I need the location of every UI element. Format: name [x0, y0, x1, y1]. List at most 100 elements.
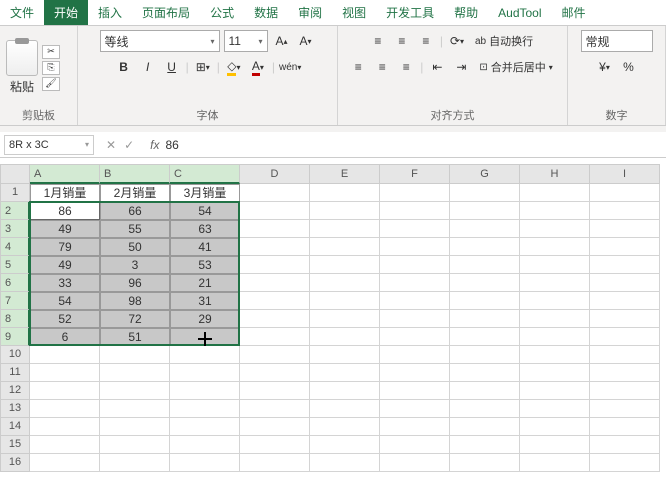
- cell-E15[interactable]: [310, 436, 380, 454]
- align-center-button[interactable]: ≡: [372, 56, 392, 78]
- tab-4[interactable]: 公式: [200, 0, 244, 25]
- col-header-A[interactable]: A: [30, 164, 100, 184]
- cell-F1[interactable]: [380, 184, 450, 202]
- cell-E10[interactable]: [310, 346, 380, 364]
- tab-0[interactable]: 文件: [0, 0, 44, 25]
- cell-D15[interactable]: [240, 436, 310, 454]
- align-top-button[interactable]: ≡: [368, 30, 388, 52]
- cell-G16[interactable]: [450, 454, 520, 472]
- cell-I11[interactable]: [590, 364, 660, 382]
- cell-C1[interactable]: 3月销量: [170, 184, 240, 202]
- cell-B10[interactable]: [100, 346, 170, 364]
- bold-button[interactable]: B: [114, 56, 134, 78]
- cell-I3[interactable]: [590, 220, 660, 238]
- cell-F14[interactable]: [380, 418, 450, 436]
- cell-A1[interactable]: 1月销量: [30, 184, 100, 202]
- cell-C10[interactable]: [170, 346, 240, 364]
- cell-E3[interactable]: [310, 220, 380, 238]
- paste-icon[interactable]: [6, 40, 38, 76]
- cell-H10[interactable]: [520, 346, 590, 364]
- underline-button[interactable]: U: [162, 56, 182, 78]
- col-header-B[interactable]: B: [100, 164, 170, 184]
- spreadsheet-grid[interactable]: ABCDEFGHI11月销量2月销量3月销量286665434955634795…: [0, 164, 666, 472]
- cell-F7[interactable]: [380, 292, 450, 310]
- cell-C12[interactable]: [170, 382, 240, 400]
- cell-I7[interactable]: [590, 292, 660, 310]
- cell-D5[interactable]: [240, 256, 310, 274]
- col-header-E[interactable]: E: [310, 164, 380, 184]
- cell-I12[interactable]: [590, 382, 660, 400]
- cell-G11[interactable]: [450, 364, 520, 382]
- font-name-select[interactable]: 等线▾: [100, 30, 220, 52]
- cell-A6[interactable]: 33: [30, 274, 100, 292]
- cell-G13[interactable]: [450, 400, 520, 418]
- cell-H7[interactable]: [520, 292, 590, 310]
- copy-button[interactable]: ⎘: [42, 61, 60, 75]
- cell-A3[interactable]: 49: [30, 220, 100, 238]
- wrap-text-button[interactable]: ab自动换行: [471, 30, 537, 52]
- cell-D6[interactable]: [240, 274, 310, 292]
- row-header-15[interactable]: 15: [0, 436, 30, 454]
- cell-G7[interactable]: [450, 292, 520, 310]
- cell-E13[interactable]: [310, 400, 380, 418]
- cell-G2[interactable]: [450, 202, 520, 220]
- cell-C14[interactable]: [170, 418, 240, 436]
- row-header-7[interactable]: 7: [0, 292, 30, 310]
- cell-E9[interactable]: [310, 328, 380, 346]
- cell-A15[interactable]: [30, 436, 100, 454]
- cell-D14[interactable]: [240, 418, 310, 436]
- cell-B4[interactable]: 50: [100, 238, 170, 256]
- cell-G8[interactable]: [450, 310, 520, 328]
- cell-F5[interactable]: [380, 256, 450, 274]
- cell-I10[interactable]: [590, 346, 660, 364]
- cell-B16[interactable]: [100, 454, 170, 472]
- cell-G3[interactable]: [450, 220, 520, 238]
- cell-H12[interactable]: [520, 382, 590, 400]
- col-header-H[interactable]: H: [520, 164, 590, 184]
- cell-B15[interactable]: [100, 436, 170, 454]
- tab-7[interactable]: 视图: [332, 0, 376, 25]
- cell-E4[interactable]: [310, 238, 380, 256]
- cell-I2[interactable]: [590, 202, 660, 220]
- increase-indent-button[interactable]: ⇥: [451, 56, 471, 78]
- cell-D16[interactable]: [240, 454, 310, 472]
- cell-D3[interactable]: [240, 220, 310, 238]
- cell-B7[interactable]: 98: [100, 292, 170, 310]
- cell-F11[interactable]: [380, 364, 450, 382]
- cell-H15[interactable]: [520, 436, 590, 454]
- cell-E6[interactable]: [310, 274, 380, 292]
- row-header-13[interactable]: 13: [0, 400, 30, 418]
- cell-G1[interactable]: [450, 184, 520, 202]
- tab-10[interactable]: AudTool: [488, 0, 551, 25]
- currency-button[interactable]: ¥▾: [595, 56, 615, 78]
- cut-button[interactable]: ✂: [42, 45, 60, 59]
- tab-2[interactable]: 插入: [88, 0, 132, 25]
- cell-F12[interactable]: [380, 382, 450, 400]
- cell-G5[interactable]: [450, 256, 520, 274]
- cell-C6[interactable]: 21: [170, 274, 240, 292]
- cell-F13[interactable]: [380, 400, 450, 418]
- row-header-1[interactable]: 1: [0, 184, 30, 202]
- cell-E1[interactable]: [310, 184, 380, 202]
- cell-E11[interactable]: [310, 364, 380, 382]
- formula-input[interactable]: 86: [159, 138, 666, 152]
- row-header-4[interactable]: 4: [0, 238, 30, 256]
- cell-E7[interactable]: [310, 292, 380, 310]
- tab-3[interactable]: 页面布局: [132, 0, 200, 25]
- cell-H6[interactable]: [520, 274, 590, 292]
- cell-B13[interactable]: [100, 400, 170, 418]
- cell-I8[interactable]: [590, 310, 660, 328]
- row-header-10[interactable]: 10: [0, 346, 30, 364]
- cell-H16[interactable]: [520, 454, 590, 472]
- cell-B2[interactable]: 66: [100, 202, 170, 220]
- align-left-button[interactable]: ≡: [348, 56, 368, 78]
- cell-H11[interactable]: [520, 364, 590, 382]
- cell-D12[interactable]: [240, 382, 310, 400]
- cell-D8[interactable]: [240, 310, 310, 328]
- cell-D1[interactable]: [240, 184, 310, 202]
- merge-center-button[interactable]: ⊡合并后居中▾: [475, 56, 556, 78]
- cell-C11[interactable]: [170, 364, 240, 382]
- row-header-11[interactable]: 11: [0, 364, 30, 382]
- cell-F6[interactable]: [380, 274, 450, 292]
- cell-I5[interactable]: [590, 256, 660, 274]
